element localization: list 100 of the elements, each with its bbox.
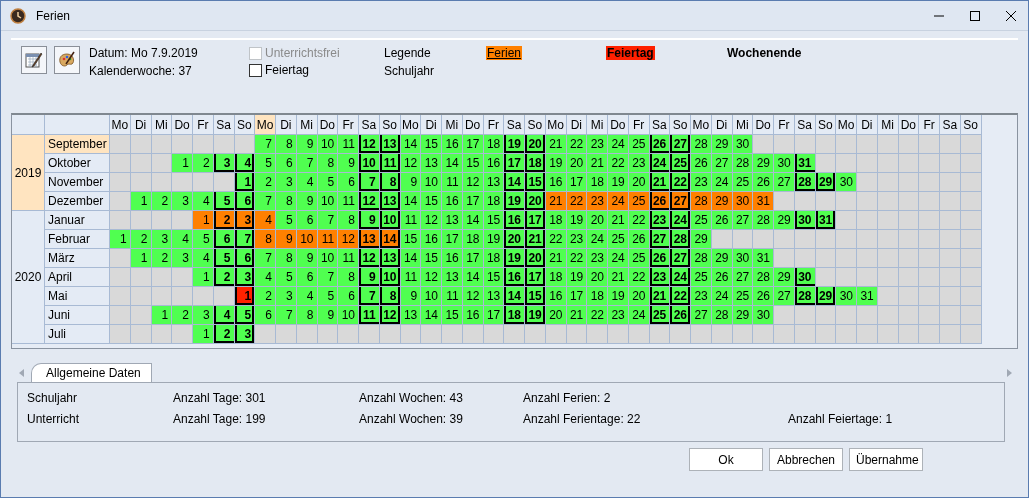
- day-cell[interactable]: 7: [255, 249, 275, 267]
- day-cell[interactable]: 3: [234, 325, 255, 343]
- day-cell[interactable]: 20: [545, 306, 566, 324]
- day-cell[interactable]: 19: [504, 249, 524, 267]
- day-cell[interactable]: 7: [359, 173, 379, 191]
- day-cell[interactable]: 21: [608, 268, 628, 286]
- day-cell[interactable]: 19: [504, 135, 524, 153]
- day-cell[interactable]: 14: [400, 249, 421, 267]
- day-cell[interactable]: 30: [836, 287, 856, 305]
- day-cell[interactable]: 8: [276, 192, 296, 210]
- day-cell[interactable]: 22: [587, 306, 607, 324]
- day-cell[interactable]: 29: [815, 173, 836, 191]
- day-cell[interactable]: 2: [151, 192, 172, 210]
- day-cell[interactable]: 3: [276, 173, 296, 191]
- day-cell[interactable]: 5: [255, 154, 275, 172]
- day-cell[interactable]: 22: [628, 211, 649, 229]
- day-cell[interactable]: 21: [566, 306, 587, 324]
- day-cell[interactable]: 9: [359, 268, 379, 286]
- day-cell[interactable]: 12: [400, 154, 421, 172]
- day-cell[interactable]: 27: [774, 173, 794, 191]
- day-cell[interactable]: 17: [566, 287, 587, 305]
- day-cell[interactable]: 2: [130, 230, 151, 248]
- day-cell[interactable]: 29: [732, 306, 753, 324]
- day-cell[interactable]: 29: [711, 249, 732, 267]
- day-cell[interactable]: 15: [421, 249, 441, 267]
- day-cell[interactable]: 27: [670, 135, 690, 153]
- day-cell[interactable]: 4: [193, 249, 213, 267]
- day-cell[interactable]: 1: [130, 192, 151, 210]
- day-cell[interactable]: 15: [525, 287, 545, 305]
- day-cell[interactable]: 13: [442, 268, 462, 286]
- day-cell[interactable]: 4: [296, 287, 317, 305]
- day-cell[interactable]: 30: [836, 173, 856, 191]
- day-cell[interactable]: 14: [442, 154, 462, 172]
- day-cell[interactable]: 18: [587, 173, 607, 191]
- day-cell[interactable]: 30: [732, 249, 753, 267]
- day-cell[interactable]: 18: [483, 249, 504, 267]
- day-cell[interactable]: 8: [276, 135, 296, 153]
- day-cell[interactable]: 6: [213, 230, 234, 248]
- day-cell[interactable]: 28: [691, 192, 711, 210]
- dialog-button[interactable]: Ok: [689, 448, 763, 471]
- day-cell[interactable]: 21: [649, 287, 670, 305]
- day-cell[interactable]: 3: [172, 249, 192, 267]
- day-cell[interactable]: 6: [234, 192, 255, 210]
- day-cell[interactable]: 15: [483, 268, 504, 286]
- day-cell[interactable]: 29: [774, 211, 794, 229]
- day-cell[interactable]: 29: [711, 192, 732, 210]
- day-cell[interactable]: 12: [421, 268, 441, 286]
- day-cell[interactable]: 15: [442, 306, 462, 324]
- day-cell[interactable]: 10: [317, 135, 338, 153]
- day-cell[interactable]: 16: [483, 154, 504, 172]
- day-cell[interactable]: 7: [255, 135, 275, 153]
- day-cell[interactable]: 27: [691, 306, 711, 324]
- month-cell[interactable]: Mai: [45, 287, 109, 305]
- day-cell[interactable]: 30: [794, 268, 815, 286]
- day-cell[interactable]: 8: [276, 249, 296, 267]
- day-cell[interactable]: 23: [628, 154, 649, 172]
- day-cell[interactable]: 13: [379, 192, 400, 210]
- day-cell[interactable]: 22: [670, 287, 690, 305]
- day-cell[interactable]: 25: [691, 268, 711, 286]
- day-cell[interactable]: 25: [732, 173, 753, 191]
- day-cell[interactable]: 20: [566, 154, 587, 172]
- day-cell[interactable]: 13: [483, 287, 504, 305]
- day-cell[interactable]: 13: [379, 135, 400, 153]
- day-cell[interactable]: 18: [483, 135, 504, 153]
- day-cell[interactable]: 8: [379, 173, 400, 191]
- day-cell[interactable]: 24: [649, 154, 670, 172]
- day-cell[interactable]: 20: [587, 268, 607, 286]
- day-cell[interactable]: 14: [400, 135, 421, 153]
- day-cell[interactable]: 12: [462, 287, 483, 305]
- day-cell[interactable]: 18: [483, 192, 504, 210]
- day-cell[interactable]: 2: [255, 287, 275, 305]
- day-cell[interactable]: 20: [587, 211, 607, 229]
- day-cell[interactable]: 11: [400, 268, 421, 286]
- day-cell[interactable]: 29: [753, 154, 773, 172]
- day-cell[interactable]: 3: [234, 268, 255, 286]
- day-cell[interactable]: 23: [608, 306, 628, 324]
- day-cell[interactable]: 12: [359, 249, 379, 267]
- day-cell[interactable]: 26: [691, 154, 711, 172]
- day-cell[interactable]: 9: [296, 192, 317, 210]
- day-cell[interactable]: 24: [670, 268, 690, 286]
- day-cell[interactable]: 18: [462, 230, 483, 248]
- day-cell[interactable]: 28: [753, 211, 773, 229]
- day-cell[interactable]: 20: [628, 287, 649, 305]
- day-cell[interactable]: 2: [193, 154, 213, 172]
- month-cell[interactable]: Juli: [45, 325, 109, 343]
- day-cell[interactable]: 26: [711, 268, 732, 286]
- day-cell[interactable]: 3: [151, 230, 172, 248]
- day-cell[interactable]: 28: [794, 173, 815, 191]
- day-cell[interactable]: 3: [234, 211, 255, 229]
- day-cell[interactable]: 8: [338, 211, 358, 229]
- day-cell[interactable]: 12: [359, 135, 379, 153]
- palette-button[interactable]: [54, 46, 80, 74]
- month-cell[interactable]: Oktober: [45, 154, 109, 172]
- day-cell[interactable]: 24: [628, 306, 649, 324]
- day-cell[interactable]: 23: [587, 192, 607, 210]
- day-cell[interactable]: 21: [649, 173, 670, 191]
- day-cell[interactable]: 1: [172, 154, 192, 172]
- day-cell[interactable]: 20: [504, 230, 524, 248]
- day-cell[interactable]: 13: [359, 230, 379, 248]
- day-cell[interactable]: 22: [545, 230, 566, 248]
